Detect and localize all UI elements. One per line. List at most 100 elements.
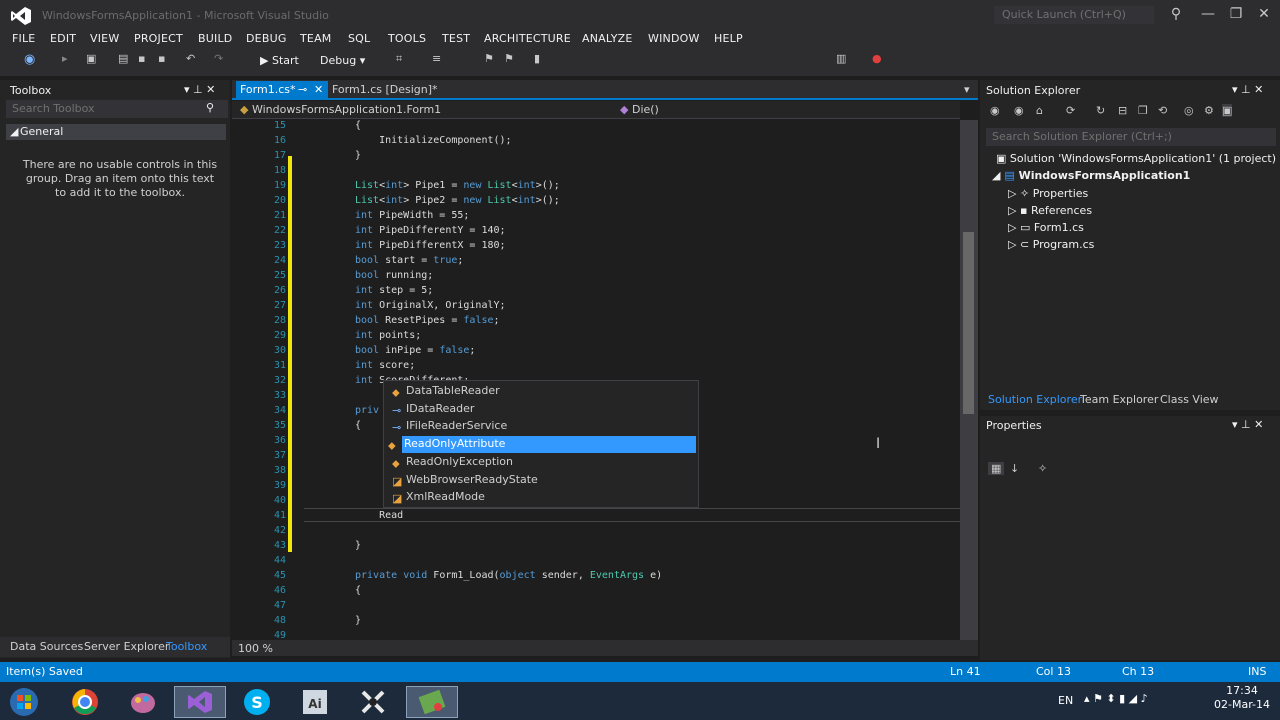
completion-item[interactable]: ⬥ ReadOnlyException [388, 454, 696, 471]
completion-item[interactable]: ⬥ DataTableReader [388, 383, 696, 400]
menu-edit[interactable]: EDIT [50, 32, 76, 45]
code-line[interactable]: } [355, 150, 361, 161]
system-clock[interactable]: 17:34 02-Mar-14 [1212, 684, 1272, 712]
completion-item[interactable]: ◪ WebBrowserReadyState [388, 472, 696, 489]
code-line[interactable]: InitializeComponent(); [355, 135, 511, 146]
back-icon[interactable]: ◉ [24, 52, 38, 67]
preview-icon[interactable]: ◎ [1184, 104, 1194, 117]
code-line[interactable]: int score; [355, 360, 415, 371]
sync-icon[interactable]: ⟳ [1066, 104, 1075, 117]
save-all-icon[interactable]: ▪ [158, 52, 172, 66]
code-line[interactable]: int OriginalX, OriginalY; [355, 300, 506, 311]
network-app-icon[interactable] [348, 686, 400, 718]
comment-icon[interactable]: ▮ [534, 52, 548, 66]
code-line[interactable]: { [355, 585, 361, 596]
scroll-thumb[interactable] [963, 232, 974, 414]
attach-icon[interactable]: ⌗ [396, 52, 410, 66]
code-line[interactable]: int PipeDifferentY = 140; [355, 225, 506, 236]
project-node[interactable]: ◢ ▤ WindowsFormsApplication1 [992, 169, 1190, 182]
undo-icon[interactable]: ↶ [186, 52, 200, 66]
completion-item[interactable]: ⊸ IFileReaderService [388, 418, 696, 435]
tab-form1-cs[interactable]: Form1.cs* ⊸ ✕ [236, 81, 328, 98]
code-line[interactable]: { [355, 420, 361, 431]
member-dropdown[interactable]: ◆ Die() [620, 103, 659, 116]
tab-toolbox[interactable]: Toolbox [166, 640, 207, 653]
code-line[interactable]: bool start = true; [355, 255, 463, 266]
collapse-all-icon[interactable]: ⊟ [1118, 104, 1127, 117]
tree-item-references[interactable]: ▷ ▪ References [1008, 204, 1092, 217]
solution-node[interactable]: ▣ Solution 'WindowsFormsApplication1' (1… [996, 152, 1276, 165]
menu-help[interactable]: HELP [714, 32, 743, 45]
minimize-button[interactable]: — [1196, 4, 1220, 24]
visual-studio-icon[interactable] [174, 686, 226, 718]
toolbox-search-input[interactable]: Search Toolbox [6, 100, 228, 118]
new-project-icon[interactable]: ▣ [86, 52, 100, 66]
tab-solution-explorer[interactable]: Solution Explorer [988, 393, 1082, 406]
start-button[interactable]: ▶ Start [260, 54, 299, 67]
completion-item[interactable]: ◪ XmlReadMode [388, 489, 696, 506]
code-line[interactable]: List<int> Pipe2 = new List<int>(); [355, 195, 560, 206]
menu-project[interactable]: PROJECT [134, 32, 183, 45]
tab-form1-design[interactable]: Form1.cs [Design]* [332, 83, 438, 96]
paint-icon[interactable] [118, 686, 170, 718]
bookmark-next-icon[interactable]: ⚑ [504, 52, 518, 66]
alphabetical-icon[interactable]: ↓ [1010, 462, 1019, 475]
menu-build[interactable]: BUILD [198, 32, 232, 45]
configuration-dropdown[interactable]: Debug ▾ [320, 54, 365, 67]
bookmark-icon[interactable]: ⚑ [484, 52, 498, 66]
zoom-level[interactable]: 100 % [238, 642, 273, 655]
code-line[interactable]: { [355, 120, 361, 131]
categorized-icon[interactable]: ▦ [988, 462, 1005, 475]
show-all-files-icon[interactable]: ❐ [1138, 104, 1148, 117]
code-line[interactable]: private void Form1_Load(object sender, E… [355, 570, 662, 581]
close-icon[interactable]: ✕ [314, 83, 323, 96]
save-icon[interactable]: ▪ [138, 52, 152, 66]
code-line[interactable]: priv [355, 405, 379, 416]
game-window-icon[interactable] [406, 686, 458, 718]
tray-icons[interactable]: ▴ ⚑ ⬍ ▮ ◢ ♪ [1084, 692, 1148, 705]
menu-view[interactable]: VIEW [90, 32, 119, 45]
menu-debug[interactable]: DEBUG [246, 32, 287, 45]
toolbox-group-general[interactable]: ◢ General [6, 124, 226, 140]
menu-window[interactable]: WINDOW [648, 32, 700, 45]
class-dropdown[interactable]: ◆ WindowsFormsApplication1.Form1 [240, 103, 441, 116]
code-line[interactable]: List<int> Pipe1 = new List<int>(); [355, 180, 560, 191]
menu-file[interactable]: FILE [12, 32, 35, 45]
completion-item[interactable]: ⊸ IDataReader [388, 401, 696, 418]
completion-item-selected[interactable]: ReadOnlyAttribute [402, 436, 696, 453]
code-line[interactable]: bool ResetPipes = false; [355, 315, 500, 326]
forward-icon[interactable]: ◉ [1014, 104, 1024, 117]
code-line[interactable]: bool inPipe = false; [355, 345, 475, 356]
refresh-icon[interactable]: ⟲ [1158, 104, 1167, 117]
record-icon[interactable]: ● [872, 52, 886, 66]
code-line[interactable]: int step = 5; [355, 285, 433, 296]
windows-start-icon[interactable] [4, 686, 56, 718]
code-line[interactable]: } [355, 615, 361, 626]
quick-launch-input[interactable]: Quick Launch (Ctrl+Q) [994, 6, 1154, 24]
menu-analyze[interactable]: ANALYZE [582, 32, 633, 45]
forward-icon[interactable]: ▸ [62, 52, 76, 66]
notifications-icon[interactable]: ⚲ [1164, 4, 1188, 24]
close-button[interactable]: ✕ [1252, 4, 1276, 24]
tab-overflow-icon[interactable]: ▾ [964, 83, 970, 96]
code-line[interactable]: bool running; [355, 270, 433, 281]
tab-team-explorer[interactable]: Team Explorer [1080, 393, 1158, 406]
pin-icon[interactable]: ▾ ⊥ ✕ [184, 83, 215, 96]
skype-icon[interactable]: S [232, 686, 284, 718]
code-line[interactable]: int PipeWidth = 55; [355, 210, 469, 221]
tab-class-view[interactable]: Class View [1160, 393, 1219, 406]
view-class-diagram-icon[interactable]: ▣ [1222, 104, 1233, 117]
language-indicator[interactable]: EN [1058, 694, 1073, 707]
search-icon[interactable]: ⚲ [206, 101, 214, 114]
tab-data-sources[interactable]: Data Sources [10, 640, 83, 653]
menu-sql[interactable]: SQL [348, 32, 370, 45]
layout-icon[interactable]: ▥ [836, 52, 850, 66]
tab-server-explorer[interactable]: Server Explorer [84, 640, 169, 653]
chrome-icon[interactable] [60, 686, 112, 718]
menu-tools[interactable]: TOOLS [388, 32, 426, 45]
menu-team[interactable]: TEAM [300, 32, 332, 45]
pin-icon[interactable]: ⊸ [298, 83, 307, 96]
menu-architecture[interactable]: ARCHITECTURE [484, 32, 571, 45]
tree-item-properties[interactable]: ▷ ✧ Properties [1008, 187, 1088, 200]
maximize-button[interactable]: ❐ [1224, 4, 1248, 24]
